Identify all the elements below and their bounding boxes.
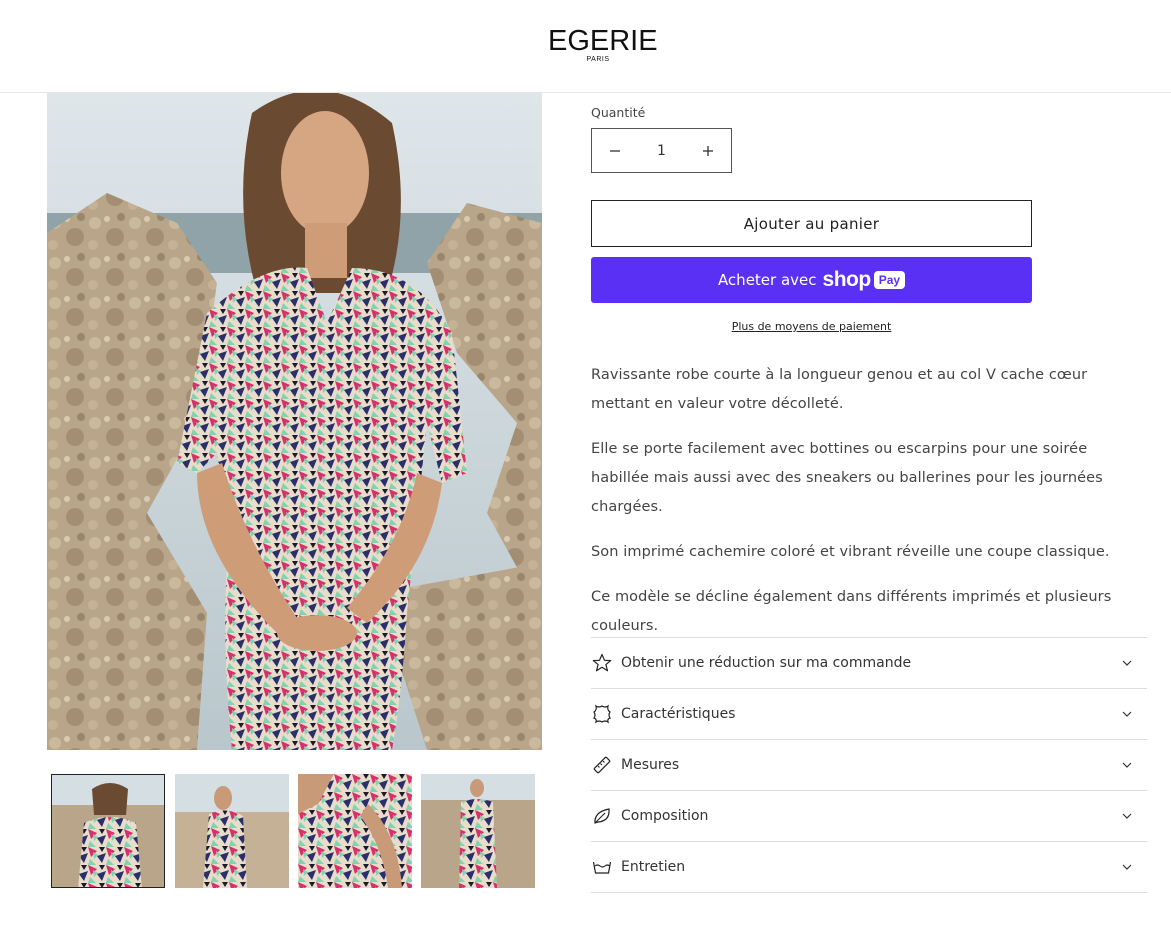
leather-icon [593,704,611,724]
quantity-input[interactable]: 1 [638,143,685,159]
plus-icon [703,145,713,156]
accordion-discount[interactable]: Obtenir une réduction sur ma commande [591,637,1147,688]
accordion-label: Obtenir une réduction sur ma commande [621,655,912,671]
thumbnail-3[interactable] [298,774,412,888]
product-description: Ravissante robe courte à la longueur gen… [591,361,1147,657]
add-to-cart-button[interactable]: Ajouter au panier [591,200,1032,247]
brand-logo[interactable]: EGERIE PARIS [548,25,658,64]
accordion-characteristics[interactable]: Caractéristiques [591,688,1147,739]
chevron-down-icon [1122,762,1132,768]
more-payment-options-link[interactable]: Plus de moyens de paiement [591,320,1032,333]
thumbnail-2[interactable] [175,774,289,888]
quantity-increase-button[interactable] [685,129,731,172]
accordion-care[interactable]: Entretien [591,841,1147,893]
chevron-down-icon [1122,711,1132,717]
minus-icon [610,149,620,152]
chevron-down-icon [1122,813,1132,819]
site-header: EGERIE PARIS [0,0,1171,93]
logo-wordmark: EGERIE [548,25,658,57]
ruler-icon [593,756,611,774]
accordion-measurements[interactable]: Mesures [591,739,1147,790]
chevron-down-icon [1122,660,1132,666]
shop-pay-button[interactable]: Acheter avec shop Pay [591,257,1032,303]
description-paragraph: Son imprimé cachemire coloré et vibrant … [591,544,1110,560]
star-icon [592,653,612,672]
thumbnail-1[interactable] [51,774,165,888]
leaf-icon [594,808,610,824]
logo-subtitle: PARIS [586,56,610,63]
shop-pay-prefix: Acheter avec [717,271,817,289]
quantity-decrease-button[interactable] [592,129,638,172]
shop-logo-text: shop [822,268,872,291]
accordion-label: Composition [621,808,709,824]
quantity-label: Quantité [591,105,646,120]
description-paragraph: Ce modèle se décline également dans diff… [591,589,1112,634]
product-accordion: Obtenir une réduction sur ma commande Ca… [591,637,1147,893]
accordion-composition[interactable]: Composition [591,790,1147,841]
product-main-image[interactable] [47,93,542,750]
washing-icon [592,861,612,874]
accordion-label: Entretien [621,859,686,875]
quantity-stepper: 1 [591,128,732,173]
chevron-down-icon [1122,864,1132,870]
thumbnail-4[interactable] [421,774,535,888]
accordion-label: Mesures [621,757,680,773]
accordion-label: Caractéristiques [621,706,736,722]
description-paragraph: Ravissante robe courte à la longueur gen… [591,367,1088,412]
shop-pay-badge: Pay [873,271,906,289]
description-paragraph: Elle se porte facilement avec bottines o… [591,441,1103,515]
